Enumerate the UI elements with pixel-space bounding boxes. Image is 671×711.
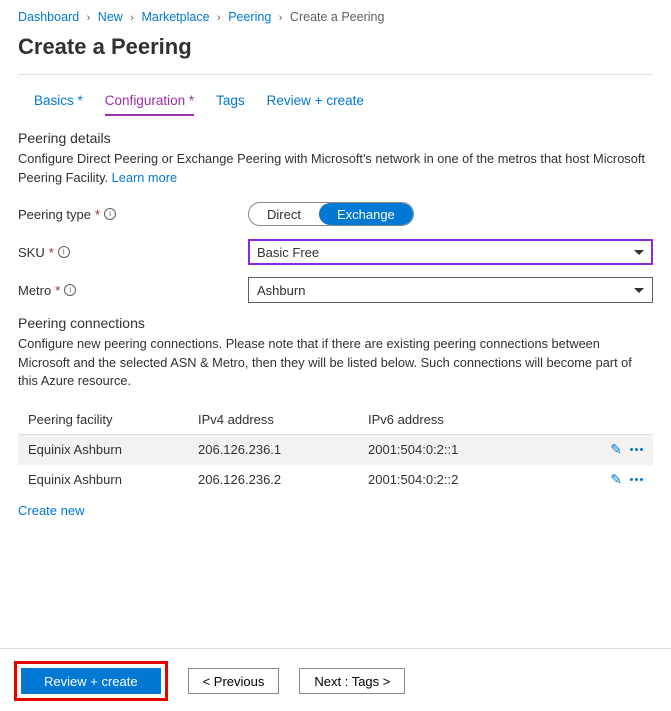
peering-type-direct[interactable]: Direct	[249, 203, 319, 225]
col-header-facility: Peering facility	[28, 412, 198, 427]
tab-configuration[interactable]: Configuration *	[105, 93, 194, 116]
chevron-right-icon: ›	[217, 12, 221, 24]
sku-value: Basic Free	[257, 245, 319, 260]
chevron-right-icon: ›	[279, 12, 283, 24]
col-header-ipv4: IPv4 address	[198, 412, 368, 427]
crumb-marketplace[interactable]: Marketplace	[141, 10, 209, 24]
metro-value: Ashburn	[257, 283, 305, 298]
info-icon[interactable]: i	[64, 284, 76, 296]
chevron-right-icon: ›	[87, 12, 91, 24]
table-header: Peering facility IPv4 address IPv6 addre…	[18, 405, 653, 435]
table-row[interactable]: Equinix Ashburn 206.126.236.2 2001:504:0…	[18, 465, 653, 495]
tab-tags[interactable]: Tags	[216, 93, 245, 116]
table-row[interactable]: Equinix Ashburn 206.126.236.1 2001:504:0…	[18, 435, 653, 465]
tab-bar: Basics * Configuration * Tags Review + c…	[34, 93, 653, 116]
sku-label: SKU * i	[18, 245, 248, 260]
col-header-ipv6: IPv6 address	[368, 412, 597, 427]
more-icon[interactable]	[630, 471, 643, 488]
crumb-current: Create a Peering	[290, 10, 385, 24]
footer-bar: Review + create < Previous Next : Tags >	[0, 648, 671, 711]
sku-dropdown[interactable]: Basic Free	[248, 239, 653, 265]
previous-button[interactable]: < Previous	[188, 668, 280, 694]
cell-facility: Equinix Ashburn	[28, 442, 198, 457]
crumb-dashboard[interactable]: Dashboard	[18, 10, 79, 24]
cell-facility: Equinix Ashburn	[28, 472, 198, 487]
peering-type-toggle[interactable]: Direct Exchange	[248, 202, 414, 226]
chevron-down-icon	[634, 288, 644, 293]
connections-table: Peering facility IPv4 address IPv6 addre…	[18, 405, 653, 495]
next-button[interactable]: Next : Tags >	[299, 668, 405, 694]
crumb-new[interactable]: New	[98, 10, 123, 24]
peering-type-label: Peering type * i	[18, 207, 248, 222]
more-icon[interactable]	[630, 441, 643, 458]
info-icon[interactable]: i	[104, 208, 116, 220]
tab-review-create[interactable]: Review + create	[267, 93, 364, 116]
connections-title: Peering connections	[18, 315, 653, 331]
create-new-link[interactable]: Create new	[18, 503, 84, 518]
connections-desc: Configure new peering connections. Pleas…	[18, 335, 653, 391]
cell-ipv6: 2001:504:0:2::2	[368, 472, 597, 487]
crumb-peering[interactable]: Peering	[228, 10, 271, 24]
cell-ipv6: 2001:504:0:2::1	[368, 442, 597, 457]
edit-icon[interactable]	[610, 441, 622, 458]
review-create-button[interactable]: Review + create	[21, 668, 161, 694]
info-icon[interactable]: i	[58, 246, 70, 258]
chevron-down-icon	[634, 250, 644, 255]
page-title: Create a Peering	[18, 34, 653, 60]
divider	[18, 74, 653, 75]
peering-details-desc: Configure Direct Peering or Exchange Pee…	[18, 150, 653, 187]
cell-ipv4: 206.126.236.1	[198, 442, 368, 457]
tab-basics[interactable]: Basics *	[34, 93, 83, 116]
highlight-annotation: Review + create	[14, 661, 168, 701]
peering-details-title: Peering details	[18, 130, 653, 146]
metro-dropdown[interactable]: Ashburn	[248, 277, 653, 303]
metro-label: Metro * i	[18, 283, 248, 298]
learn-more-link[interactable]: Learn more	[112, 170, 177, 185]
peering-type-exchange[interactable]: Exchange	[319, 203, 413, 225]
chevron-right-icon: ›	[130, 12, 134, 24]
cell-ipv4: 206.126.236.2	[198, 472, 368, 487]
breadcrumb: Dashboard › New › Marketplace › Peering …	[18, 8, 653, 24]
edit-icon[interactable]	[610, 471, 622, 488]
